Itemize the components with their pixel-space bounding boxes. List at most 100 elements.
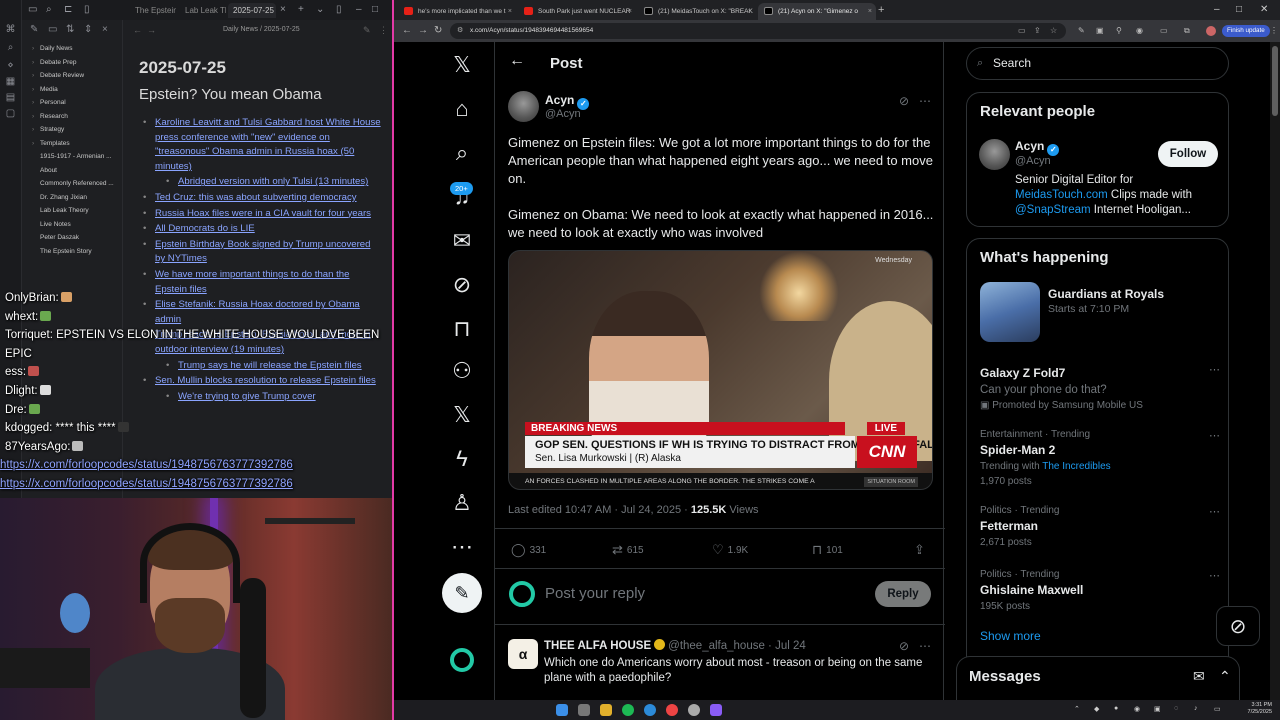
sort-icon[interactable]: ⇅	[66, 24, 74, 35]
profile-icon[interactable]: ♙	[444, 488, 480, 518]
tab-daily[interactable]: 2025-07-25	[228, 3, 276, 18]
graph-icon[interactable]: ⋄	[5, 60, 16, 71]
note-link[interactable]: Abridged version with only Tulsi (13 min…	[166, 175, 383, 190]
back-arrow-icon[interactable]: ←	[509, 52, 525, 70]
tree-item[interactable]: Dr. Zhang Jixian	[22, 191, 122, 205]
collapse-icon[interactable]: ▯	[84, 4, 90, 15]
bio-mention[interactable]: @SnapStream	[1015, 204, 1091, 216]
profile-avatar[interactable]	[1206, 26, 1216, 36]
note-link[interactable]: Ted Cruz: this was about subverting demo…	[143, 191, 383, 206]
reply-author-name[interactable]: THEE ALFA HOUSE	[544, 640, 651, 652]
tree-item[interactable]: Peter Daszak	[22, 231, 122, 245]
grok-icon[interactable]: ⊘	[444, 270, 480, 300]
tray-icon[interactable]: ◆	[1094, 705, 1099, 713]
tab-lab-leak[interactable]: Lab Leak Th...	[180, 3, 226, 18]
bio-link[interactable]: MeidasTouch.com	[1015, 189, 1108, 201]
chevron-down-icon[interactable]: ⌄	[316, 4, 324, 15]
tray-icon[interactable]: ●	[1114, 705, 1118, 712]
reply-action[interactable]: ◯ 331	[511, 542, 546, 558]
note-link[interactable]: All Democrats do is LIE	[143, 222, 383, 237]
chat-link[interactable]: https://x.com/forloopcodes/status/194875…	[0, 459, 293, 471]
star-icon[interactable]: ☆	[1050, 23, 1057, 39]
tree-item[interactable]: Templates	[22, 137, 122, 151]
expand-icon[interactable]: ⌃	[1219, 668, 1231, 685]
browser-tab[interactable]: he's more implicated than we t ×	[398, 3, 516, 20]
back-icon[interactable]: ←	[402, 25, 412, 36]
chat-link[interactable]: https://x.com/forloopcodes/status/194875…	[0, 478, 293, 490]
calendar-icon[interactable]: ▤	[5, 92, 16, 103]
tray-icon[interactable]: ◉	[1134, 705, 1140, 713]
tree-item[interactable]: 1915-1917 - Armenian ...	[22, 150, 122, 164]
maximize-icon[interactable]: □	[1236, 4, 1242, 15]
bookmarks-icon[interactable]: ⊓	[444, 314, 480, 344]
follow-button[interactable]: Follow	[1158, 141, 1218, 167]
sidebar-icon[interactable]: ▭	[1160, 26, 1168, 35]
more-options-icon[interactable]: ⋯	[1209, 505, 1220, 518]
x-logo-icon[interactable]: 𝕏	[444, 50, 480, 80]
reply-author-avatar[interactable]: α	[508, 639, 538, 669]
start-icon[interactable]	[556, 704, 568, 716]
repost-action[interactable]: ⇄ 615	[612, 542, 644, 558]
reload-icon[interactable]: ↻	[434, 25, 442, 36]
edge-icon[interactable]	[644, 704, 656, 716]
grok-icon[interactable]: ⊘	[899, 639, 909, 653]
author-name-text[interactable]: Acyn	[545, 93, 574, 107]
new-tab-icon[interactable]: +	[298, 4, 304, 15]
search-input[interactable]: ⌕ Search	[966, 47, 1229, 80]
more-options-icon[interactable]: ⋯	[1209, 569, 1220, 582]
like-action[interactable]: ♡ 1.9K	[712, 542, 748, 558]
close-icon[interactable]: ×	[280, 4, 286, 15]
bookmark-action[interactable]: ⊓ 101	[812, 542, 843, 558]
sidebar-toggle-icon[interactable]: ▯	[336, 4, 342, 15]
browser-tab[interactable]: South Park just went NUCLEAR ×	[518, 3, 636, 20]
minimize-icon[interactable]: –	[1214, 4, 1220, 15]
tree-item[interactable]: Research	[22, 110, 122, 124]
tree-item[interactable]: Commonly Referenced ...	[22, 177, 122, 191]
tray-chevron-icon[interactable]: ⌃	[1074, 705, 1080, 713]
tree-item[interactable]: Debate Prep	[22, 56, 122, 70]
person-name-text[interactable]: Acyn	[1015, 139, 1044, 153]
search-icon[interactable]: ⌕	[46, 4, 52, 15]
compose-button[interactable]: ✎	[442, 573, 482, 613]
account-logo[interactable]	[450, 648, 474, 672]
tree-item[interactable]: About	[22, 164, 122, 178]
tree-item[interactable]: Media	[22, 83, 122, 97]
verified-orgs-icon[interactable]: ϟ	[444, 444, 480, 474]
edit-icon[interactable]: ✎	[363, 25, 371, 36]
share-icon[interactable]: ⇪	[1034, 23, 1041, 39]
scrollbar-thumb[interactable]	[1272, 46, 1278, 116]
install-icon[interactable]: ▭	[1018, 23, 1026, 39]
grok-button[interactable]: ⊘	[1216, 606, 1260, 646]
spotify-icon[interactable]	[622, 704, 634, 716]
template-icon[interactable]: ▢	[5, 108, 16, 119]
share-icon[interactable]: ⇪	[914, 542, 929, 558]
chrome-icon[interactable]	[666, 704, 678, 716]
app-icon[interactable]	[688, 704, 700, 716]
close-tab-icon[interactable]: ×	[628, 3, 632, 20]
trend-item[interactable]: Politics · Trending Ghislaine Maxwell 19…	[980, 569, 1220, 612]
scrollbar[interactable]	[1270, 42, 1280, 700]
close-tab-icon[interactable]: ×	[748, 3, 752, 20]
messages-icon[interactable]: ✉	[444, 226, 480, 256]
switcher-icon[interactable]: ⌘	[5, 24, 16, 35]
forward-icon[interactable]: →	[418, 25, 428, 36]
search-icon[interactable]	[578, 704, 590, 716]
trend-item[interactable]: Entertainment · Trending Spider-Man 2 Tr…	[980, 429, 1220, 487]
tree-item[interactable]: Debate Review	[22, 69, 122, 83]
volume-icon[interactable]: ♪	[1194, 705, 1198, 712]
extension-icon[interactable]: ⚲	[1116, 26, 1122, 35]
person-avatar[interactable]	[979, 139, 1010, 170]
back-icon[interactable]: ←	[133, 25, 142, 35]
more-icon[interactable]: ⋮	[379, 25, 388, 36]
address-bar[interactable]: ⚙ x.com/Acyn/status/1948394694481569654 …	[450, 23, 1066, 39]
tab-epstein[interactable]: The Epstein ...	[130, 3, 176, 18]
search-icon[interactable]: ⌕	[5, 42, 16, 53]
person-handle[interactable]: @Acyn	[1015, 155, 1051, 167]
trend-item[interactable]: Politics · Trending Fetterman 2,671 post…	[980, 505, 1220, 548]
files-icon[interactable]: ▭	[28, 4, 37, 15]
tray-icon[interactable]: ▣	[1154, 705, 1161, 713]
game-image[interactable]	[980, 282, 1040, 342]
extensions-menu-icon[interactable]: ⧉	[1184, 26, 1190, 36]
messages-drawer[interactable]: Messages ✉ ⌃	[956, 656, 1240, 700]
tree-item[interactable]: Lab Leak Theory	[22, 204, 122, 218]
